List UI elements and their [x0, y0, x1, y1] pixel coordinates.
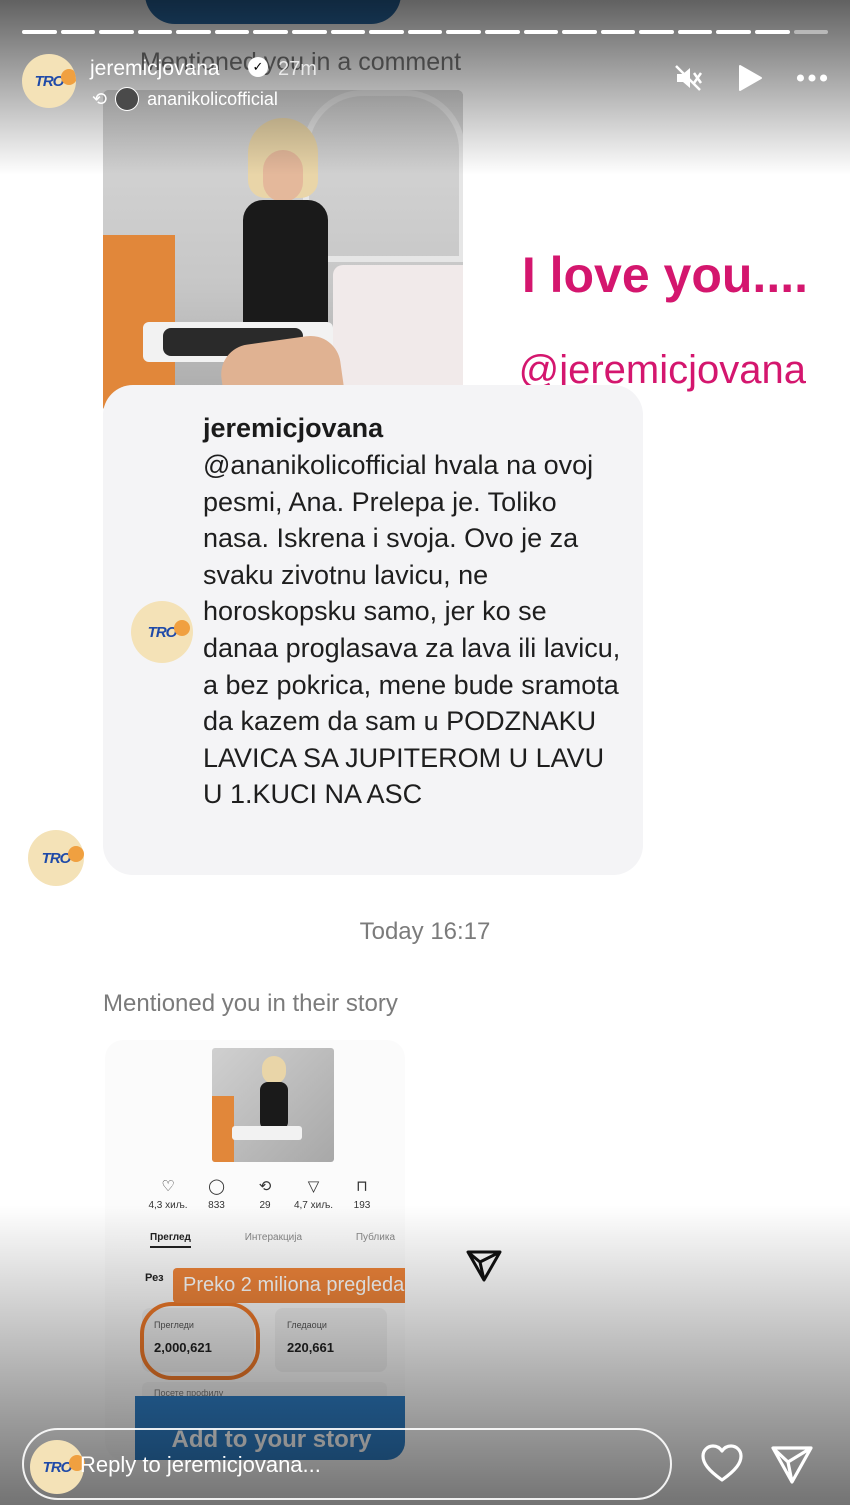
stats-row: ♡ 4,3 хиљ. ◯ 833 ⟲ 29 ▽ 4,7 хиљ. ⊓ 193 — [145, 1178, 385, 1211]
progress-segment — [484, 30, 520, 34]
comment-avatar[interactable]: TRO — [131, 601, 193, 663]
send-icon[interactable] — [770, 1442, 814, 1486]
stat-likes: ♡ 4,3 хиљ. — [148, 1178, 188, 1211]
logo-text: TRO — [34, 68, 76, 90]
love-overlay-text: I love you.... — [521, 247, 808, 303]
heart-icon: ♡ — [161, 1178, 175, 1195]
reply-avatar: TRO — [30, 1440, 85, 1494]
progress-segment — [330, 30, 366, 34]
progress-segment — [292, 30, 327, 34]
story-photo — [103, 90, 463, 412]
share-icon[interactable] — [462, 1242, 506, 1286]
progress-segment — [754, 30, 790, 34]
stat-saves: ⊓ 193 — [353, 1178, 371, 1211]
stat-shares: ▽ 4,7 хиљ. — [293, 1178, 334, 1211]
sender-avatar[interactable]: TRO — [28, 830, 84, 886]
logo-text: TRO — [41, 845, 84, 867]
repost-avatar — [115, 87, 140, 111]
progress-segment — [793, 30, 829, 34]
story-thumbnail — [212, 1048, 334, 1162]
progress-segment — [176, 30, 211, 34]
mentioned-story-label: Mentioned you in their story — [103, 990, 398, 1017]
progress-segment — [253, 30, 289, 34]
muted-speaker-icon[interactable] — [672, 62, 704, 94]
comment-bubble: TRO jeremicjovana @ananikolicofficial hv… — [103, 385, 643, 875]
highlight-circle — [140, 1302, 260, 1380]
tab-interaction: Интеракција — [244, 1232, 303, 1243]
story-header: TRO jeremicjovana ✓ 27m ⟲ ananikolicoffi… — [22, 54, 828, 114]
embedded-story-card[interactable]: ♡ 4,3 хиљ. ◯ 833 ⟲ 29 ▽ 4,7 хиљ. ⊓ 193 Прегле… — [105, 1040, 405, 1460]
repost-icon: ⟲ — [92, 88, 108, 109]
story-time: 27m — [278, 58, 317, 80]
progress-segment — [716, 30, 751, 34]
reply-placeholder: Reply to jeremicjovana... — [80, 1452, 321, 1477]
heart-icon[interactable] — [700, 1442, 744, 1486]
progress-segment — [214, 30, 250, 34]
comment-text: @ananikolicofficial hvala na ovoj pesmi,… — [203, 450, 621, 810]
progress-segment — [99, 30, 134, 34]
bookmark-icon: ⊓ — [356, 1178, 368, 1195]
profile-avatar[interactable]: TRO — [22, 54, 76, 108]
progress-segment — [639, 30, 674, 34]
progress-segment — [600, 30, 636, 34]
progress-segment — [562, 30, 597, 34]
tab-overview: Преглед — [150, 1232, 191, 1248]
progress-segment — [446, 30, 481, 34]
comment-username[interactable]: jeremicjovana — [203, 413, 383, 444]
repost-row[interactable]: ⟲ ananikolicofficial — [92, 87, 278, 111]
stat-comments: ◯ 833 — [208, 1178, 225, 1211]
section-label: Рез — [145, 1272, 164, 1284]
progress-segment — [523, 30, 559, 34]
insights-tabs: Преглед Интеракција Публика — [150, 1232, 395, 1248]
logo-text: TRO — [147, 619, 190, 641]
message-timestamp: Today 16:17 — [359, 918, 491, 945]
comment-icon: ◯ — [208, 1178, 225, 1195]
repost-icon: ⟲ — [258, 1178, 272, 1195]
progress-segment — [22, 30, 57, 34]
highlight-label: Preko 2 miliona pregleda. — [173, 1268, 405, 1303]
progress-segment — [60, 30, 96, 34]
tab-audience: Публика — [355, 1232, 395, 1243]
stat-reposts: ⟲ 29 — [258, 1178, 272, 1211]
metric-viewers: Гледаоци 220,661 — [275, 1308, 387, 1372]
progress-segment — [369, 30, 404, 34]
header-actions — [672, 62, 828, 94]
story-progress-bar — [22, 30, 829, 34]
progress-segment — [407, 30, 443, 34]
reply-input[interactable]: TRO Reply to jeremicjovana... — [22, 1428, 672, 1500]
repost-username: ananikolicofficial — [147, 88, 278, 109]
play-icon[interactable] — [734, 62, 766, 94]
verified-badge-icon: ✓ — [248, 57, 268, 77]
previous-card-edge — [145, 0, 401, 24]
progress-segment — [137, 30, 173, 34]
story-username[interactable]: jeremicjovana — [90, 57, 220, 81]
more-dots-icon[interactable] — [796, 62, 828, 94]
share-icon: ▽ — [307, 1178, 320, 1195]
logo-text: TRO — [42, 1454, 85, 1476]
progress-segment — [677, 30, 713, 34]
